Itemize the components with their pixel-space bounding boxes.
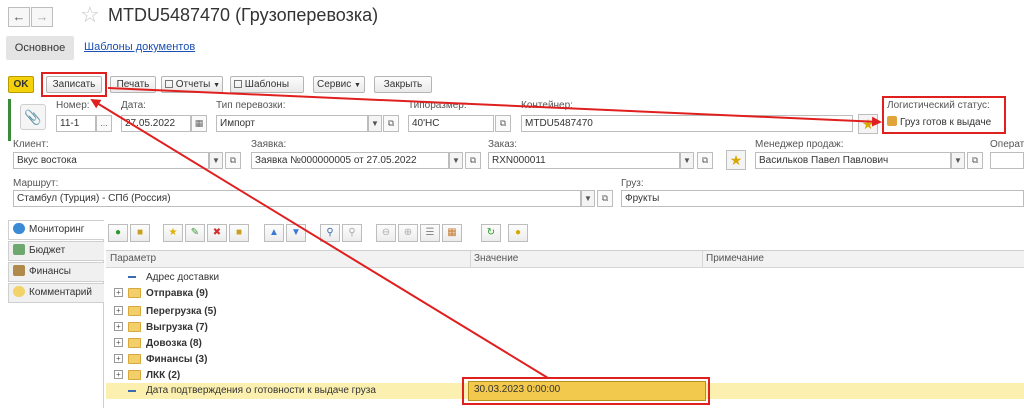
arrow-from-value xyxy=(90,98,549,379)
arrow-to-status xyxy=(107,87,882,127)
annotation-arrows xyxy=(90,87,882,379)
